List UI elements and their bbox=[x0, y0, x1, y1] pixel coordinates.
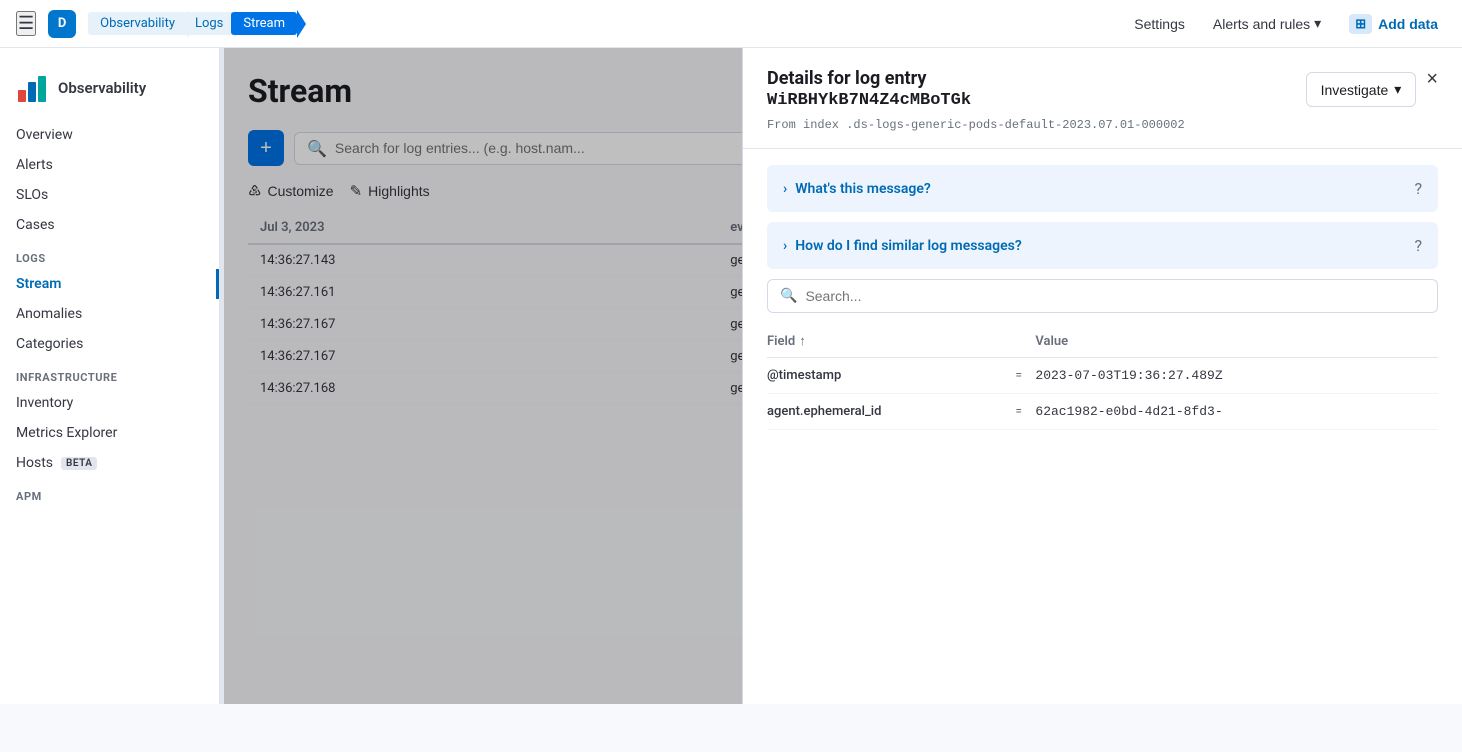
sidebar-group-infrastructure: Infrastructure bbox=[0, 359, 219, 388]
field-value-ephemeral-id: 62ac1982-e0bd-4d21-8fd3- bbox=[1035, 394, 1438, 430]
detail-entry-id: WiRBHYkB7N4Z4cMBoTGk bbox=[767, 91, 1185, 110]
field-name-ephemeral-id: agent.ephemeral_id bbox=[767, 394, 1002, 430]
field-search-bar: 🔍 bbox=[767, 279, 1438, 313]
detail-panel: Details for log entry WiRBHYkB7N4Z4cMBoT… bbox=[742, 48, 1462, 704]
app-logo: D bbox=[48, 10, 76, 38]
alerts-rules-button[interactable]: Alerts and rules ▾ bbox=[1205, 11, 1329, 36]
settings-button[interactable]: Settings bbox=[1126, 12, 1193, 36]
beta-badge: BETA bbox=[61, 457, 97, 470]
sidebar-app-title: Observability bbox=[58, 79, 146, 97]
accordion-header-1[interactable]: › What's this message? ? bbox=[767, 165, 1438, 212]
chevron-down-icon: ▾ bbox=[1394, 81, 1401, 98]
accordion-whats-message: › What's this message? ? bbox=[767, 165, 1438, 212]
investigate-button[interactable]: Investigate ▾ bbox=[1306, 72, 1417, 107]
detail-body: › What's this message? ? › How do I find… bbox=[743, 149, 1462, 704]
field-search-input[interactable] bbox=[805, 288, 1425, 304]
field-filter-timestamp[interactable]: = bbox=[1002, 358, 1036, 394]
detail-title-block: Details for log entry WiRBHYkB7N4Z4cMBoT… bbox=[767, 68, 1185, 132]
detail-title: Details for log entry bbox=[767, 68, 926, 89]
field-value-timestamp: 2023-07-03T19:36:27.489Z bbox=[1035, 358, 1438, 394]
sidebar-item-anomalies[interactable]: Anomalies bbox=[0, 299, 219, 329]
sidebar-item-cases[interactable]: Cases bbox=[0, 210, 219, 240]
breadcrumb-logs[interactable]: Logs bbox=[183, 12, 235, 35]
breadcrumb-stream[interactable]: Stream bbox=[231, 12, 297, 35]
col-field-header[interactable]: Field ↑ bbox=[767, 325, 1002, 358]
menu-button[interactable]: ☰ bbox=[16, 11, 36, 36]
top-nav: ☰ D Observability Logs Stream Settings A… bbox=[0, 0, 1462, 48]
sort-asc-icon: ↑ bbox=[799, 333, 806, 349]
observability-icon bbox=[16, 72, 48, 104]
field-filter-ephemeral-id[interactable]: = bbox=[1002, 394, 1036, 430]
fields-table: Field ↑ Value @timestamp = bbox=[767, 325, 1438, 430]
accordion-find-similar: › How do I find similar log messages? ? bbox=[767, 222, 1438, 269]
close-button[interactable]: × bbox=[1426, 68, 1438, 91]
sidebar-item-overview[interactable]: Overview bbox=[0, 120, 219, 150]
col-filter-header bbox=[1002, 325, 1036, 358]
add-data-button[interactable]: ⊞ Add data bbox=[1341, 10, 1446, 38]
help-icon-1: ? bbox=[1414, 179, 1422, 198]
accordion-chevron-icon: › bbox=[783, 181, 787, 197]
sidebar-item-categories[interactable]: Categories bbox=[0, 329, 219, 359]
field-name-timestamp: @timestamp bbox=[767, 358, 1002, 394]
sidebar-logo: Observability bbox=[0, 64, 219, 120]
col-value-header: Value bbox=[1035, 325, 1438, 358]
sidebar: Observability Overview Alerts SLOs Cases… bbox=[0, 48, 220, 704]
accordion-chevron-icon-2: › bbox=[783, 238, 787, 254]
sidebar-item-metrics-explorer[interactable]: Metrics Explorer bbox=[0, 418, 219, 448]
accordion-header-2[interactable]: › How do I find similar log messages? ? bbox=[767, 222, 1438, 269]
help-icon-2: ? bbox=[1414, 236, 1422, 255]
sidebar-item-hosts[interactable]: Hosts BETA bbox=[0, 448, 219, 478]
field-search-icon: 🔍 bbox=[780, 288, 797, 304]
sidebar-group-logs: Logs bbox=[0, 240, 219, 269]
detail-index: From index .ds-logs-generic-pods-default… bbox=[767, 118, 1185, 132]
sidebar-item-inventory[interactable]: Inventory bbox=[0, 388, 219, 418]
field-row-ephemeral-id: agent.ephemeral_id = 62ac1982-e0bd-4d21-… bbox=[767, 394, 1438, 430]
breadcrumb-observability[interactable]: Observability bbox=[88, 12, 187, 35]
sidebar-item-alerts[interactable]: Alerts bbox=[0, 150, 219, 180]
sidebar-item-stream[interactable]: Stream bbox=[0, 269, 219, 299]
sidebar-item-slos[interactable]: SLOs bbox=[0, 180, 219, 210]
breadcrumb: Observability Logs Stream bbox=[88, 12, 297, 35]
detail-header: Details for log entry WiRBHYkB7N4Z4cMBoT… bbox=[743, 48, 1462, 149]
field-row-timestamp: @timestamp = 2023-07-03T19:36:27.489Z bbox=[767, 358, 1438, 394]
sidebar-group-apm: APM bbox=[0, 478, 219, 507]
